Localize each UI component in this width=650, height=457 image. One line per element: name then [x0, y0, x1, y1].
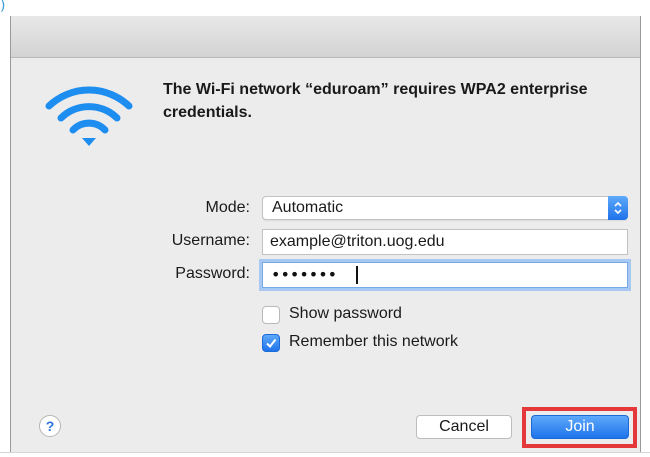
cancel-button[interactable]: Cancel	[416, 415, 512, 439]
help-button[interactable]: ?	[39, 415, 61, 437]
chevron-updown-icon[interactable]	[608, 196, 628, 220]
show-password-checkbox[interactable]	[262, 306, 280, 324]
mode-select-value: Automatic	[272, 199, 344, 216]
password-field[interactable]: •••••••	[262, 262, 628, 288]
checkmark-icon	[266, 338, 277, 349]
dialog-heading: The Wi-Fi network “eduroam” requires WPA…	[163, 81, 588, 121]
background-strip: )	[0, 0, 650, 16]
remember-network-label[interactable]: Remember this network	[289, 333, 458, 351]
top-edge-glyph: )	[0, 0, 6, 14]
wifi-credentials-dialog: The Wi-Fi network “eduroam” requires WPA…	[10, 16, 641, 452]
mode-label: Mode:	[205, 199, 250, 216]
password-masked-value: •••••••	[271, 265, 338, 284]
username-field[interactable]: example@triton.uog.edu	[262, 229, 628, 255]
text-caret	[356, 266, 358, 284]
password-label: Password:	[175, 265, 250, 282]
bottom-divider	[0, 452, 650, 453]
wifi-icon	[45, 86, 133, 146]
username-value: example@triton.uog.edu	[270, 233, 445, 250]
mode-select[interactable]: Automatic	[262, 196, 628, 220]
remember-network-checkbox[interactable]	[262, 334, 280, 352]
join-button[interactable]: Join	[531, 415, 629, 439]
show-password-label[interactable]: Show password	[289, 305, 402, 323]
dialog-titlebar	[11, 16, 640, 58]
username-label: Username:	[171, 232, 250, 249]
